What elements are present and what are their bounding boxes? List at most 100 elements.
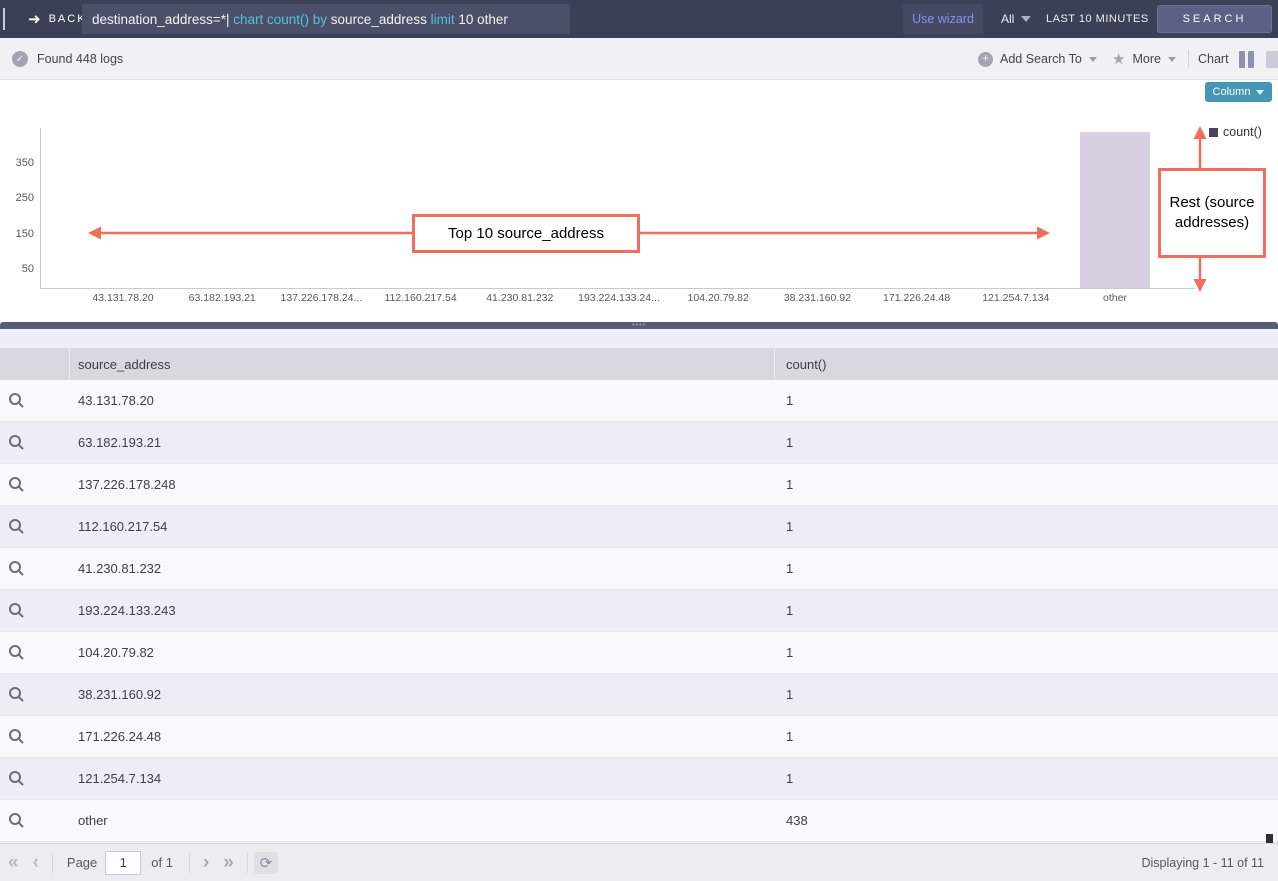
chart-type-dropdown[interactable]: Column bbox=[1205, 82, 1272, 102]
cell-count: 1 bbox=[775, 519, 1278, 534]
table-header-icon-col bbox=[0, 348, 70, 380]
pagination-bar: « ‹ Page of 1 › » ⟳ Displaying 1 - 11 of… bbox=[0, 843, 1278, 881]
legend-label: count() bbox=[1223, 125, 1262, 139]
magnifier-icon[interactable] bbox=[8, 770, 25, 787]
x-axis-label: 137.226.178.24... bbox=[266, 292, 376, 304]
magnifier-icon[interactable] bbox=[8, 434, 25, 451]
table-row: 41.230.81.232 1 bbox=[0, 548, 1278, 590]
cell-source-address: 112.160.217.54 bbox=[70, 519, 775, 534]
prev-page-button[interactable]: ‹ bbox=[33, 853, 39, 872]
magnifier-icon[interactable] bbox=[8, 560, 25, 577]
scope-dropdown[interactable]: All bbox=[1001, 0, 1031, 38]
cell-count: 1 bbox=[775, 393, 1278, 408]
x-axis-label: 41.230.81.232 bbox=[465, 292, 575, 304]
cell-source-address: 38.231.160.92 bbox=[70, 687, 775, 702]
first-page-button[interactable]: « bbox=[8, 853, 19, 872]
time-range-label: LAST 10 MINUTES bbox=[1046, 13, 1149, 25]
page-number-input[interactable] bbox=[105, 851, 141, 875]
displaying-status: Displaying 1 - 11 of 11 bbox=[1141, 856, 1264, 870]
magnifier-icon[interactable] bbox=[8, 812, 25, 829]
table-row: 121.254.7.134 1 bbox=[0, 758, 1278, 800]
cell-source-address: 193.224.133.243 bbox=[70, 603, 775, 618]
y-axis-line bbox=[40, 128, 41, 288]
use-wizard-button[interactable]: Use wizard bbox=[903, 4, 983, 34]
chevron-down-icon bbox=[1256, 90, 1264, 95]
cell-count: 1 bbox=[775, 645, 1278, 660]
last-page-button[interactable]: » bbox=[223, 853, 234, 872]
app-window: ➜︎ BACK destination_address=*| chart cou… bbox=[0, 0, 1278, 881]
cell-count: 1 bbox=[775, 477, 1278, 492]
more-dropdown[interactable]: ★ More bbox=[1112, 38, 1176, 80]
column-chart-view-icon[interactable] bbox=[1239, 51, 1256, 68]
divider bbox=[247, 853, 248, 873]
magnifier-icon[interactable] bbox=[8, 644, 25, 661]
page-label: Page bbox=[67, 855, 97, 870]
table-header-count[interactable]: count() bbox=[775, 348, 1278, 380]
query-keyword: chart count() bbox=[233, 12, 309, 27]
more-label: More bbox=[1132, 52, 1160, 66]
x-axis-line bbox=[40, 288, 1195, 289]
cell-source-address: other bbox=[70, 813, 775, 828]
cell-count: 1 bbox=[775, 687, 1278, 702]
y-axis-tick: 350 bbox=[0, 157, 34, 169]
query-keyword: by bbox=[313, 12, 327, 27]
x-axis-label: 43.131.78.20 bbox=[68, 292, 178, 304]
query-keyword: limit bbox=[431, 12, 455, 27]
back-arrow-icon: ➜︎ bbox=[28, 10, 41, 28]
table-row: other 438 bbox=[0, 800, 1278, 842]
time-range-dropdown[interactable]: LAST 10 MINUTES bbox=[1046, 0, 1168, 38]
scrollbar-thumb[interactable] bbox=[1266, 834, 1273, 843]
y-axis-tick: 50 bbox=[0, 263, 34, 275]
x-axis-label: 104.20.79.82 bbox=[663, 292, 773, 304]
search-button[interactable]: SEARCH bbox=[1157, 5, 1272, 33]
cell-source-address: 63.182.193.21 bbox=[70, 435, 775, 450]
divider bbox=[189, 853, 190, 873]
add-search-to-dropdown[interactable]: + Add Search To bbox=[978, 38, 1097, 80]
table-header-source-address[interactable]: source_address bbox=[70, 348, 775, 380]
back-button[interactable]: ➜︎ BACK bbox=[28, 0, 87, 38]
view-toggle-group: Chart bbox=[1198, 38, 1278, 80]
cell-source-address: 43.131.78.20 bbox=[70, 393, 775, 408]
cell-count: 1 bbox=[775, 435, 1278, 450]
bar-other[interactable] bbox=[1080, 132, 1150, 288]
grid-view-icon[interactable] bbox=[1266, 51, 1278, 68]
magnifier-icon[interactable] bbox=[8, 602, 25, 619]
x-axis-label: 63.182.193.21 bbox=[167, 292, 277, 304]
x-axis-label: other bbox=[1060, 292, 1170, 304]
found-logs-text: Found 448 logs bbox=[37, 52, 123, 66]
x-axis-label: 38.231.160.92 bbox=[762, 292, 872, 304]
refresh-icon[interactable]: ⟳ bbox=[254, 852, 278, 874]
y-axis-tick: 150 bbox=[0, 228, 34, 240]
add-search-to-label: Add Search To bbox=[1000, 52, 1082, 66]
cell-count: 1 bbox=[775, 561, 1278, 576]
top-search-bar: ➜︎ BACK destination_address=*| chart cou… bbox=[0, 0, 1278, 38]
page-of-label: of 1 bbox=[151, 855, 173, 870]
search-query-input[interactable]: destination_address=*| chart count() by … bbox=[82, 4, 570, 34]
x-axis-label: 171.226.24.48 bbox=[862, 292, 972, 304]
magnifier-icon[interactable] bbox=[8, 476, 25, 493]
chart-panel: Column count() Top 10 source_address Res… bbox=[0, 80, 1278, 322]
query-text: destination_address=*| bbox=[92, 12, 233, 27]
table-row: 104.20.79.82 1 bbox=[0, 632, 1278, 674]
query-text: source_address bbox=[327, 12, 431, 27]
magnifier-icon[interactable] bbox=[8, 686, 25, 703]
x-axis-label: 112.160.217.54 bbox=[366, 292, 476, 304]
table-row: 43.131.78.20 1 bbox=[0, 380, 1278, 422]
chevron-down-icon bbox=[1021, 16, 1031, 22]
y-axis-tick: 250 bbox=[0, 192, 34, 204]
table-row: 38.231.160.92 1 bbox=[0, 674, 1278, 716]
magnifier-icon[interactable] bbox=[8, 518, 25, 535]
magnifier-icon[interactable] bbox=[8, 728, 25, 745]
annotation-top10-box: Top 10 source_address bbox=[412, 214, 640, 253]
star-icon: ★ bbox=[1112, 50, 1125, 68]
scope-label: All bbox=[1001, 12, 1014, 26]
annotation-rest-box: Rest (source addresses) bbox=[1158, 168, 1266, 258]
cell-source-address: 121.254.7.134 bbox=[70, 771, 775, 786]
magnifier-icon[interactable] bbox=[8, 392, 25, 409]
next-page-button[interactable]: › bbox=[203, 853, 209, 872]
cell-count: 1 bbox=[775, 729, 1278, 744]
plus-circle-icon: + bbox=[978, 52, 993, 67]
panel-divider[interactable]: •••• bbox=[0, 322, 1278, 329]
chart-type-label: Column bbox=[1213, 86, 1251, 98]
cell-source-address: 104.20.79.82 bbox=[70, 645, 775, 660]
